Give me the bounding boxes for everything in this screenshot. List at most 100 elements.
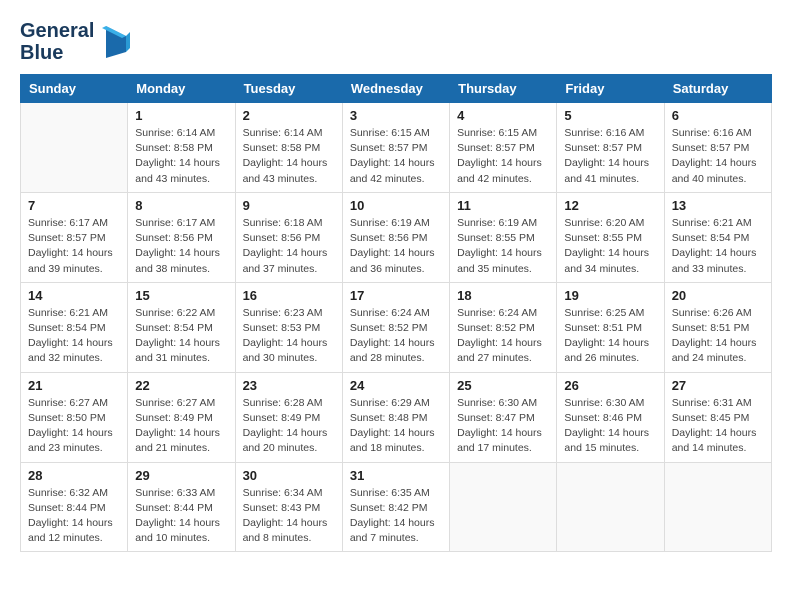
day-number: 25	[457, 378, 549, 393]
day-number: 24	[350, 378, 442, 393]
day-info: Sunrise: 6:34 AMSunset: 8:43 PMDaylight:…	[243, 486, 335, 547]
day-info: Sunrise: 6:29 AMSunset: 8:48 PMDaylight:…	[350, 396, 442, 457]
calendar-cell: 18Sunrise: 6:24 AMSunset: 8:52 PMDayligh…	[450, 282, 557, 372]
calendar-cell: 28 Sunrise: 6:32 AMSunset: 8:44 PMDayligh…	[21, 462, 128, 552]
day-number: 28	[28, 468, 120, 483]
day-info: Sunrise: 6:27 AMSunset: 8:50 PMDaylight:…	[28, 396, 120, 457]
calendar-cell: 17 Sunrise: 6:24 AMSunset: 8:52 PMDayligh…	[342, 282, 449, 372]
day-number: 6	[672, 108, 764, 123]
day-number: 1	[135, 108, 227, 123]
day-info: Sunrise: 6:21 AMSunset: 8:54 PMDaylight:…	[672, 216, 764, 277]
day-header-sunday: Sunday	[21, 75, 128, 103]
day-info: Sunrise: 6:16 AMSunset: 8:57 PMDaylight:…	[672, 126, 764, 187]
day-header-tuesday: Tuesday	[235, 75, 342, 103]
day-number: 21	[28, 378, 120, 393]
day-number: 18	[457, 288, 549, 303]
day-info: Sunrise: 6:30 AMSunset: 8:47 PMDaylight:…	[457, 396, 549, 457]
day-info: Sunrise: 6:25 AMSunset: 8:51 PMDaylight:…	[564, 306, 656, 367]
calendar-cell: 7Sunrise: 6:17 AMSunset: 8:57 PMDaylight…	[21, 192, 128, 282]
day-number: 20	[672, 288, 764, 303]
day-number: 8	[135, 198, 227, 213]
calendar-cell: 4 Sunrise: 6:15 AMSunset: 8:57 PMDaylight…	[450, 103, 557, 193]
day-info: Sunrise: 6:28 AMSunset: 8:49 PMDaylight:…	[243, 396, 335, 457]
day-header-monday: Monday	[128, 75, 235, 103]
day-info: Sunrise: 6:15 AMSunset: 8:57 PMDaylight:…	[350, 126, 442, 187]
calendar-week-row: 1 Sunrise: 6:14 AMSunset: 8:58 PMDaylight…	[21, 103, 772, 193]
logo-icon	[98, 24, 130, 60]
day-number: 27	[672, 378, 764, 393]
calendar-cell: 10 Sunrise: 6:19 AMSunset: 8:56 PMDayligh…	[342, 192, 449, 282]
day-number: 31	[350, 468, 442, 483]
calendar-cell	[557, 462, 664, 552]
calendar-cell: 30 Sunrise: 6:34 AMSunset: 8:43 PMDayligh…	[235, 462, 342, 552]
day-info: Sunrise: 6:19 AMSunset: 8:55 PMDaylight:…	[457, 216, 549, 277]
day-info: Sunrise: 6:32 AMSunset: 8:44 PMDaylight:…	[28, 486, 120, 547]
day-info: Sunrise: 6:33 AMSunset: 8:44 PMDaylight:…	[135, 486, 227, 547]
calendar-cell: 8Sunrise: 6:17 AMSunset: 8:56 PMDaylight…	[128, 192, 235, 282]
day-number: 10	[350, 198, 442, 213]
day-number: 26	[564, 378, 656, 393]
calendar-cell: 11 Sunrise: 6:19 AMSunset: 8:55 PMDayligh…	[450, 192, 557, 282]
day-info: Sunrise: 6:35 AMSunset: 8:42 PMDaylight:…	[350, 486, 442, 547]
day-number: 22	[135, 378, 227, 393]
calendar-cell: 29 Sunrise: 6:33 AMSunset: 8:44 PMDayligh…	[128, 462, 235, 552]
day-header-thursday: Thursday	[450, 75, 557, 103]
day-info: Sunrise: 6:19 AMSunset: 8:56 PMDaylight:…	[350, 216, 442, 277]
logo: General Blue	[20, 20, 130, 64]
calendar-cell: 6 Sunrise: 6:16 AMSunset: 8:57 PMDaylight…	[664, 103, 771, 193]
day-number: 30	[243, 468, 335, 483]
day-number: 16	[243, 288, 335, 303]
day-info: Sunrise: 6:31 AMSunset: 8:45 PMDaylight:…	[672, 396, 764, 457]
day-number: 23	[243, 378, 335, 393]
day-number: 29	[135, 468, 227, 483]
day-number: 2	[243, 108, 335, 123]
day-info: Sunrise: 6:21 AMSunset: 8:54 PMDaylight:…	[28, 306, 120, 367]
day-number: 14	[28, 288, 120, 303]
day-info: Sunrise: 6:24 AMSunset: 8:52 PMDaylight:…	[350, 306, 442, 367]
day-header-saturday: Saturday	[664, 75, 771, 103]
day-number: 12	[564, 198, 656, 213]
day-number: 5	[564, 108, 656, 123]
calendar-header-row: SundayMondayTuesdayWednesdayThursdayFrid…	[21, 75, 772, 103]
calendar-week-row: 28 Sunrise: 6:32 AMSunset: 8:44 PMDayligh…	[21, 462, 772, 552]
calendar-cell: 24 Sunrise: 6:29 AMSunset: 8:48 PMDayligh…	[342, 372, 449, 462]
calendar-cell: 27 Sunrise: 6:31 AMSunset: 8:45 PMDayligh…	[664, 372, 771, 462]
day-number: 3	[350, 108, 442, 123]
day-number: 19	[564, 288, 656, 303]
day-info: Sunrise: 6:17 AMSunset: 8:57 PMDaylight:…	[28, 216, 120, 277]
page-header: General Blue	[20, 20, 772, 64]
calendar-cell: 1 Sunrise: 6:14 AMSunset: 8:58 PMDaylight…	[128, 103, 235, 193]
day-number: 13	[672, 198, 764, 213]
calendar-cell	[450, 462, 557, 552]
calendar-cell: 5 Sunrise: 6:16 AMSunset: 8:57 PMDaylight…	[557, 103, 664, 193]
calendar-cell: 26 Sunrise: 6:30 AMSunset: 8:46 PMDayligh…	[557, 372, 664, 462]
day-info: Sunrise: 6:14 AMSunset: 8:58 PMDaylight:…	[135, 126, 227, 187]
day-info: Sunrise: 6:30 AMSunset: 8:46 PMDaylight:…	[564, 396, 656, 457]
calendar-cell: 14 Sunrise: 6:21 AMSunset: 8:54 PMDayligh…	[21, 282, 128, 372]
calendar-cell: 3 Sunrise: 6:15 AMSunset: 8:57 PMDaylight…	[342, 103, 449, 193]
day-info: Sunrise: 6:27 AMSunset: 8:49 PMDaylight:…	[135, 396, 227, 457]
day-info: Sunrise: 6:16 AMSunset: 8:57 PMDaylight:…	[564, 126, 656, 187]
day-number: 17	[350, 288, 442, 303]
calendar-cell: 16Sunrise: 6:23 AMSunset: 8:53 PMDayligh…	[235, 282, 342, 372]
calendar-cell	[664, 462, 771, 552]
calendar-cell: 25 Sunrise: 6:30 AMSunset: 8:47 PMDayligh…	[450, 372, 557, 462]
day-info: Sunrise: 6:20 AMSunset: 8:55 PMDaylight:…	[564, 216, 656, 277]
calendar-cell: 2Sunrise: 6:14 AMSunset: 8:58 PMDaylight…	[235, 103, 342, 193]
day-header-wednesday: Wednesday	[342, 75, 449, 103]
day-number: 4	[457, 108, 549, 123]
calendar-cell: 31 Sunrise: 6:35 AMSunset: 8:42 PMDayligh…	[342, 462, 449, 552]
day-header-friday: Friday	[557, 75, 664, 103]
calendar-cell: 21 Sunrise: 6:27 AMSunset: 8:50 PMDayligh…	[21, 372, 128, 462]
calendar-cell	[21, 103, 128, 193]
day-info: Sunrise: 6:26 AMSunset: 8:51 PMDaylight:…	[672, 306, 764, 367]
calendar-cell: 12 Sunrise: 6:20 AMSunset: 8:55 PMDayligh…	[557, 192, 664, 282]
calendar-cell: 19 Sunrise: 6:25 AMSunset: 8:51 PMDayligh…	[557, 282, 664, 372]
day-number: 9	[243, 198, 335, 213]
calendar-week-row: 21 Sunrise: 6:27 AMSunset: 8:50 PMDayligh…	[21, 372, 772, 462]
day-info: Sunrise: 6:18 AMSunset: 8:56 PMDaylight:…	[243, 216, 335, 277]
calendar-cell: 13 Sunrise: 6:21 AMSunset: 8:54 PMDayligh…	[664, 192, 771, 282]
calendar-cell: 23 Sunrise: 6:28 AMSunset: 8:49 PMDayligh…	[235, 372, 342, 462]
day-number: 11	[457, 198, 549, 213]
day-info: Sunrise: 6:15 AMSunset: 8:57 PMDaylight:…	[457, 126, 549, 187]
